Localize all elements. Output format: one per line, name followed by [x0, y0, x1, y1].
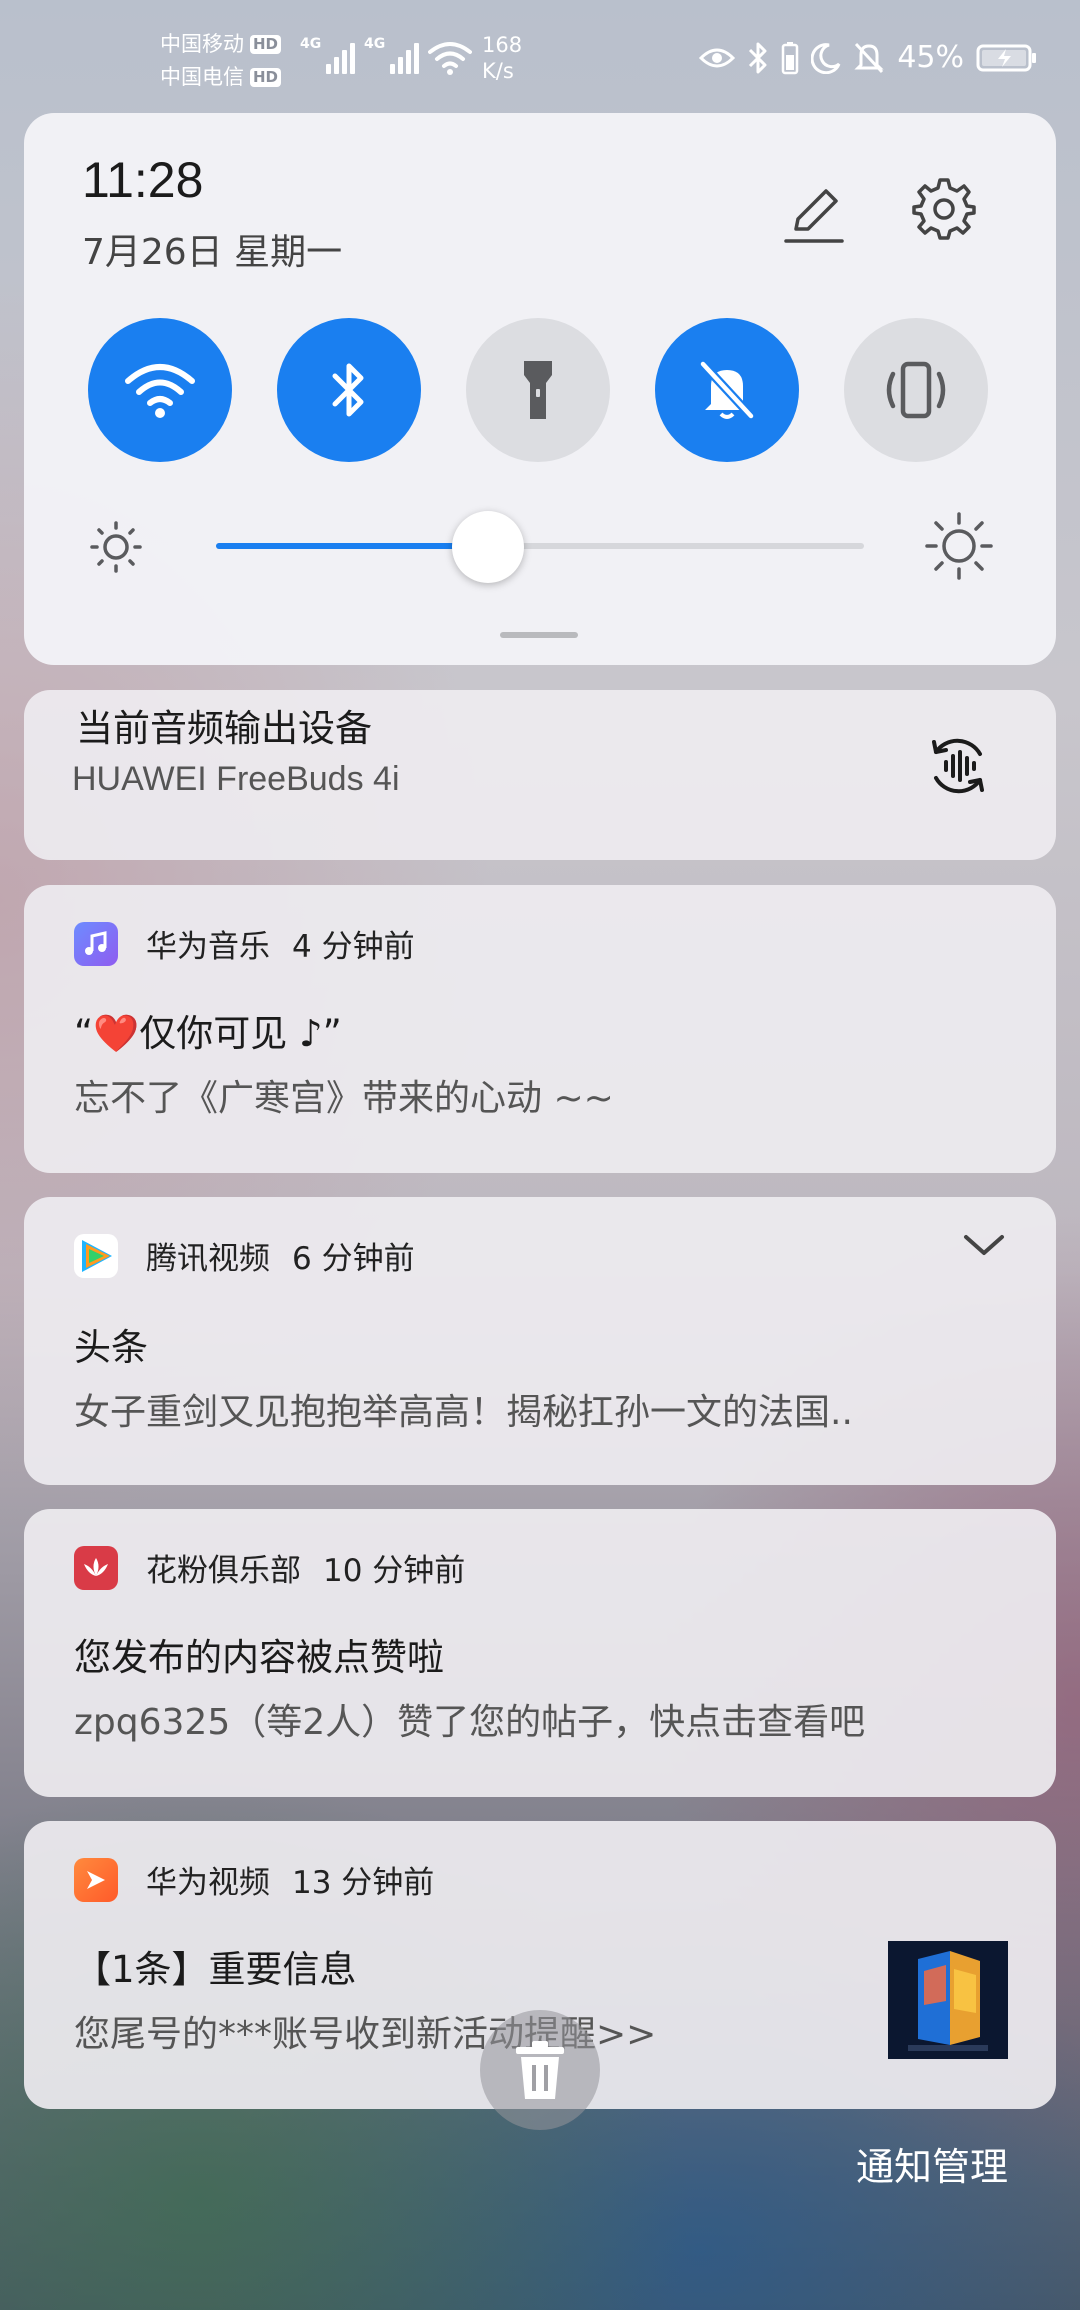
notification-card[interactable]: 腾讯视频 6 分钟前 头条 女子重剑又见抱抱举高高！揭秘扛孙一文的法国..: [24, 1197, 1056, 1485]
clock-date: 7月26日 星期一: [82, 232, 343, 273]
speed-value: 168: [482, 33, 523, 57]
speed-unit: K/s: [482, 59, 514, 83]
huawei-music-icon: [74, 921, 118, 966]
network-label: 4G: [364, 36, 386, 52]
notification-title: 头条: [74, 1326, 148, 1369]
notification-thumbnail: [888, 1941, 1008, 2059]
notification-header: 花粉俱乐部 10 分钟前: [74, 1545, 465, 1590]
notification-title: 您发布的内容被点赞啦: [74, 1636, 444, 1679]
vibrate-icon: [886, 361, 946, 419]
drag-handle[interactable]: [500, 632, 578, 638]
notification-header: 华为视频 13 分钟前: [74, 1857, 434, 1902]
audio-output-device: HUAWEI FreeBuds 4i: [72, 760, 400, 798]
notification-card[interactable]: 华为音乐 4 分钟前 “❤️仅你可见 ♪” 忘不了《广寒宫》带来的心动 ~~: [24, 885, 1056, 1173]
carrier-2: 中国电信: [160, 65, 244, 89]
wifi-toggle[interactable]: [88, 318, 232, 462]
hd-badge: HD: [250, 68, 282, 87]
notification-app-name: 华为视频: [146, 1865, 270, 1901]
eye-comfort-icon: [699, 48, 736, 67]
notification-time: 10 分钟前: [323, 1553, 466, 1589]
notification-title: “❤️仅你可见 ♪”: [74, 1012, 342, 1055]
notification-body: zpq6325（等2人）赞了您的帖子，快点击查看吧: [74, 1702, 866, 1743]
wifi-status-icon: [428, 42, 472, 75]
pencil-icon: [784, 189, 844, 243]
notification-header: 腾讯视频 6 分钟前: [74, 1233, 415, 1278]
brightness-fill: [216, 543, 488, 549]
carrier-1: 中国移动: [160, 32, 244, 56]
hd-badge: HD: [250, 35, 282, 54]
trash-icon: [516, 2041, 564, 2099]
audio-output-card[interactable]: 当前音频输出设备 HUAWEI FreeBuds 4i: [24, 690, 1056, 860]
notification-app-name: 腾讯视频: [146, 1241, 270, 1277]
chevron-down-icon[interactable]: [962, 1229, 1006, 1259]
settings-button[interactable]: [908, 173, 980, 245]
edit-button[interactable]: [778, 177, 850, 249]
notification-title: 【1条】重要信息: [74, 1948, 357, 1991]
flashlight-icon: [524, 361, 552, 419]
brightness-slider[interactable]: [216, 543, 864, 549]
status-icons: 45%: [699, 40, 1038, 75]
huafen-club-icon: [74, 1545, 118, 1590]
notification-card[interactable]: 花粉俱乐部 10 分钟前 您发布的内容被点赞啦 zpq6325（等2人）赞了您的…: [24, 1509, 1056, 1797]
audio-switch-icon[interactable]: [924, 732, 992, 800]
mute-bell-icon: [854, 42, 884, 73]
huawei-video-icon: [74, 1857, 118, 1902]
bluetooth-toggle[interactable]: [277, 318, 421, 462]
tencent-video-icon: [74, 1233, 118, 1278]
quick-settings-panel: 11:28 7月26日 星期一: [24, 113, 1056, 665]
audio-output-title: 当前音频输出设备: [76, 707, 372, 750]
clock-time: 11:28: [82, 152, 204, 208]
gear-icon: [912, 178, 976, 240]
battery-charging-icon: [976, 44, 1036, 71]
notification-header: 华为音乐 4 分钟前: [74, 921, 415, 966]
silent-toggle[interactable]: [655, 318, 799, 462]
headset-battery-icon: [782, 41, 799, 74]
signal-icon: 4G: [300, 36, 356, 74]
notification-app-name: 华为音乐: [146, 929, 270, 965]
moon-icon: [811, 42, 841, 74]
network-label: 4G: [300, 36, 322, 52]
notification-app-name: 花粉俱乐部: [146, 1553, 301, 1589]
vibrate-toggle[interactable]: [844, 318, 988, 462]
mute-bell-icon: [699, 360, 755, 420]
signal-icon: 4G: [364, 36, 420, 74]
flashlight-toggle[interactable]: [466, 318, 610, 462]
brightness-high-icon: [925, 512, 993, 580]
notification-time: 4 分钟前: [292, 929, 415, 965]
bluetooth-icon: [332, 363, 364, 417]
carrier-info: 中国移动 HD 中国电信 HD: [160, 28, 282, 94]
battery-percent: 45%: [897, 40, 964, 75]
notification-body: 女子重剑又见抱抱举高高！揭秘扛孙一文的法国..: [74, 1392, 853, 1433]
notification-body: 忘不了《广寒宫》带来的心动 ~~: [74, 1078, 614, 1119]
clear-all-button[interactable]: [480, 2010, 600, 2130]
bluetooth-icon: [749, 42, 767, 73]
status-bar: 中国移动 HD 中国电信 HD 4G 4G 168 K/s 45%: [0, 0, 1080, 112]
notification-time: 6 分钟前: [292, 1241, 415, 1277]
brightness-thumb[interactable]: [452, 511, 524, 583]
network-speed: 168 K/s: [482, 32, 522, 84]
wifi-icon: [125, 364, 195, 418]
brightness-low-icon: [90, 521, 142, 573]
notification-time: 13 分钟前: [292, 1865, 435, 1901]
notification-management-link[interactable]: 通知管理: [856, 2136, 1008, 2191]
